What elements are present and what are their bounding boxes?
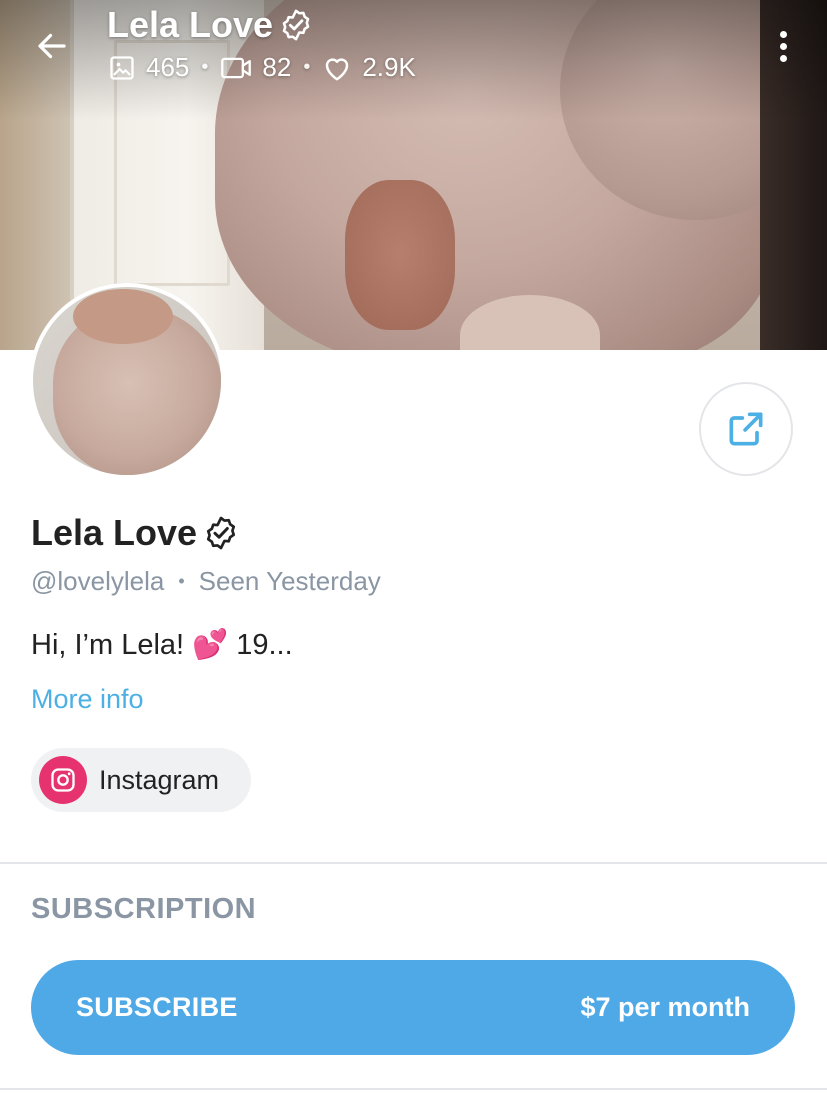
profile-name: Lela Love: [31, 512, 239, 554]
profile-name-text: Lela Love: [31, 512, 198, 553]
stat-separator: •: [201, 56, 209, 78]
subscribe-button[interactable]: SUBSCRIBE $7 per month: [31, 960, 795, 1055]
back-button[interactable]: [28, 22, 76, 70]
video-icon: [221, 57, 252, 78]
kebab-dot-icon: [779, 54, 787, 62]
more-info-link[interactable]: More info: [31, 684, 144, 715]
likes-count-value: 2.9K: [362, 52, 416, 82]
kebab-dot-icon: [779, 42, 787, 50]
subscription-price: $7 per month: [580, 992, 750, 1022]
cover-garment: [345, 180, 455, 330]
subscription-heading: SUBSCRIPTION: [31, 893, 257, 925]
header-stats: 465 • 82 • 2.9K: [108, 52, 416, 83]
avatar-garment: [73, 289, 173, 344]
handle-line: @lovelylela • Seen Yesterday: [31, 566, 381, 597]
videos-count-value: 82: [262, 52, 292, 82]
image-icon: [110, 55, 134, 80]
header-name: Lela Love: [107, 4, 274, 45]
kebab-dot-icon: [779, 30, 787, 38]
handle-separator: •: [178, 571, 185, 591]
instagram-label: Instagram: [99, 764, 220, 795]
bio-text-end: 19...: [236, 628, 293, 661]
bio: Hi, I’m Lela! 💕 19...: [31, 628, 293, 662]
videos-count: 82: [220, 52, 291, 83]
share-icon: [729, 412, 763, 446]
last-seen-status: Seen Yesterday: [198, 566, 381, 596]
instagram-icon: [39, 756, 87, 804]
header-title: Lela Love: [107, 4, 313, 46]
subscribe-label: SUBSCRIBE: [76, 992, 238, 1022]
more-options-button[interactable]: [764, 26, 802, 66]
verified-badge-icon: [206, 516, 236, 550]
divider: [0, 1088, 827, 1090]
heart-icon: [326, 57, 349, 80]
instagram-link[interactable]: Instagram: [31, 748, 251, 812]
two-hearts-emoji-icon: 💕: [192, 629, 229, 661]
verified-badge-icon: [282, 9, 310, 41]
profile-handle: @lovelylela: [31, 566, 165, 596]
bio-text-start: Hi, I’m Lela!: [31, 628, 185, 661]
photos-count: 465: [108, 52, 189, 83]
divider: [0, 862, 827, 864]
photos-count-value: 465: [146, 52, 190, 82]
likes-count: 2.9K: [322, 52, 416, 83]
stat-separator: •: [303, 56, 311, 78]
share-button[interactable]: [699, 382, 793, 476]
arrow-left-icon: [38, 33, 66, 59]
avatar[interactable]: [29, 283, 225, 479]
